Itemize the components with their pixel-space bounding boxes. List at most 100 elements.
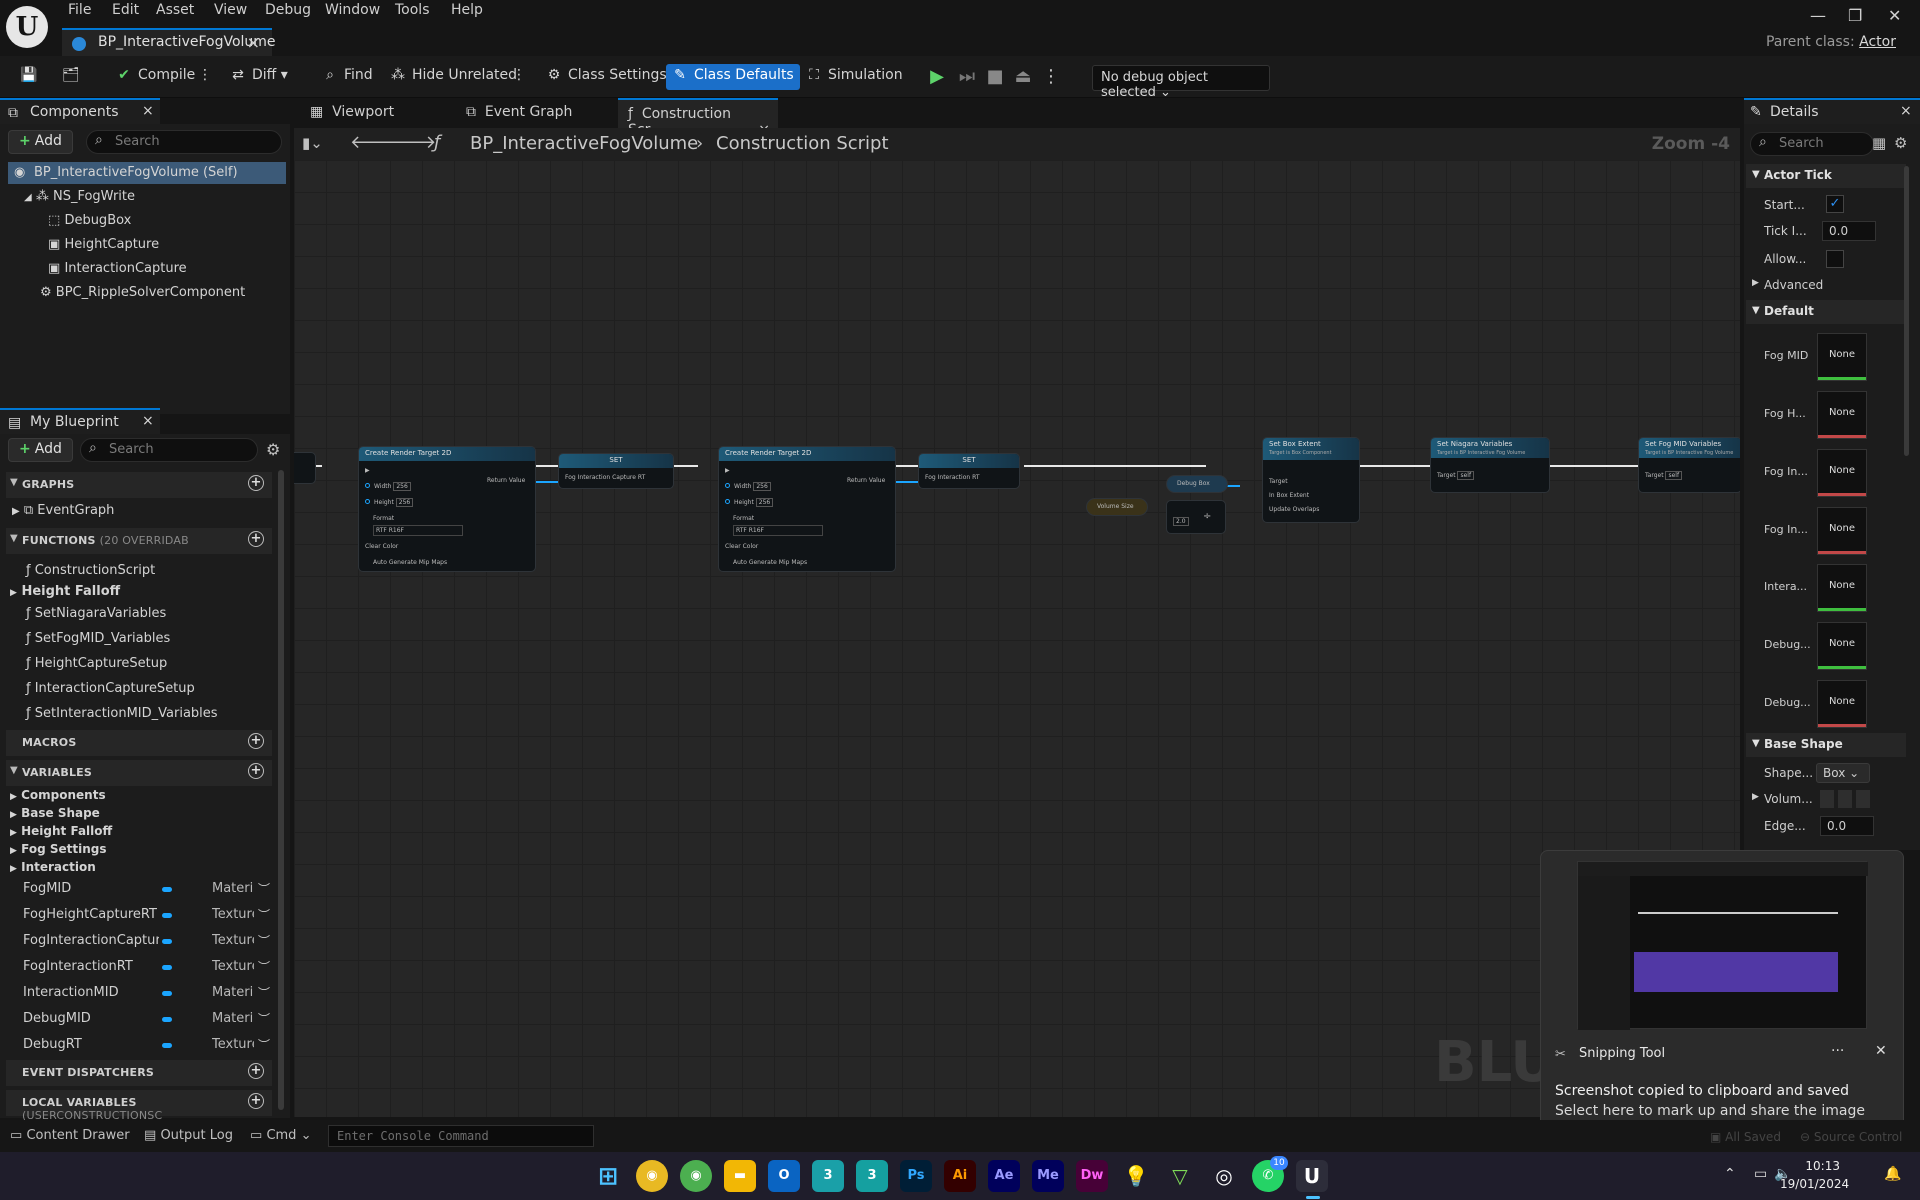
tree-item-debugbox[interactable]: ⬚ DebugBox bbox=[48, 210, 131, 232]
width-value[interactable]: 256 bbox=[753, 482, 771, 491]
target-pin[interactable]: Target bbox=[1269, 478, 1288, 485]
close-icon[interactable]: × bbox=[247, 33, 260, 52]
eye-closed-icon[interactable]: ︶ bbox=[258, 928, 270, 954]
my-blueprint-scrollbar[interactable] bbox=[278, 470, 284, 1110]
forward-arrow-icon[interactable]: 🡒 bbox=[388, 132, 436, 153]
set-fog-mid-variables-node[interactable]: Set Fog MID Variables Target is BP Intera… bbox=[1638, 437, 1740, 493]
windows-start-icon[interactable]: ⊞ bbox=[592, 1160, 624, 1192]
height-pin[interactable]: Height 256 bbox=[365, 498, 414, 507]
details-scrollbar[interactable] bbox=[1904, 166, 1909, 456]
edge-input[interactable]: 0.0 bbox=[1820, 816, 1874, 836]
menu-asset[interactable]: Asset bbox=[156, 2, 194, 18]
height-value[interactable]: 256 bbox=[755, 498, 774, 507]
breadcrumb-graph[interactable]: Construction Script bbox=[716, 133, 889, 154]
add-macro-icon[interactable]: + bbox=[248, 733, 264, 749]
allow-checkbox[interactable] bbox=[1826, 250, 1844, 268]
bookmark-icon[interactable]: ▮⌄ bbox=[302, 134, 323, 152]
add-member-button[interactable]: + Add bbox=[8, 438, 73, 462]
set-variable-node[interactable]: SET Fog Interaction RT bbox=[918, 453, 1020, 489]
content-drawer-button[interactable]: ▭ Content Drawer bbox=[10, 1128, 130, 1143]
local-variables-section[interactable]: LOCAL VARIABLES (USERCONSTRUCTIONSC + bbox=[6, 1090, 272, 1122]
gear-icon[interactable]: ⚙ bbox=[1894, 134, 1907, 152]
get-debugbox-node[interactable]: Debug Box bbox=[1166, 475, 1228, 493]
menu-view[interactable]: View bbox=[214, 2, 247, 18]
3ds-max-icon[interactable]: 3 bbox=[812, 1160, 844, 1192]
cmd-select[interactable]: ▭ Cmd ⌄ bbox=[250, 1128, 311, 1143]
asset-thumbnail[interactable]: None bbox=[1817, 622, 1867, 670]
tree-item-heightcapture[interactable]: ▣ HeightCapture bbox=[48, 234, 159, 256]
document-tab[interactable]: BP_InteractiveFogVolume × bbox=[62, 28, 276, 56]
set-pin[interactable]: Fog Interaction Capture RT bbox=[565, 474, 645, 481]
volume-x-input[interactable] bbox=[1820, 790, 1834, 808]
tab-construction-script[interactable]: ƒ Construction Scr... × bbox=[618, 98, 778, 138]
width-value[interactable]: 256 bbox=[393, 482, 411, 491]
update-overlaps-pin[interactable]: Update Overlaps bbox=[1269, 506, 1319, 513]
tree-item-ripple-solver[interactable]: ⚙ BPC_RippleSolverComponent bbox=[40, 282, 245, 304]
get-volume-size-node[interactable]: Volume Size bbox=[1086, 498, 1148, 516]
find-button[interactable]: ⌕ Find bbox=[316, 64, 379, 90]
asset-thumbnail[interactable]: None bbox=[1817, 333, 1867, 381]
tick-interval-input[interactable]: 0.0 bbox=[1822, 221, 1876, 241]
asset-thumbnail[interactable]: None bbox=[1817, 391, 1867, 439]
shape-select[interactable]: Box ⌄ bbox=[1816, 763, 1870, 783]
asset-thumbnail[interactable]: None bbox=[1817, 564, 1867, 612]
hide-unrelated-button[interactable]: ⁂ Hide Unrelated bbox=[384, 64, 523, 90]
details-tab[interactable]: ✎ Details × bbox=[1744, 98, 1920, 124]
set-niagara-variables-node[interactable]: Set Niagara Variables Target is BP Intera… bbox=[1430, 437, 1550, 493]
variable-row[interactable]: FogInteractionRT Texture Rer ︶ bbox=[6, 954, 272, 980]
media-encoder-icon[interactable]: Me bbox=[1032, 1160, 1064, 1192]
graph-item-eventgraph[interactable]: ▶ ⧉ EventGraph bbox=[12, 500, 114, 522]
menu-file[interactable]: File bbox=[68, 2, 91, 18]
set-pin[interactable]: Fog Interaction RT bbox=[925, 474, 979, 481]
console-command-input[interactable]: Enter Console Command bbox=[328, 1125, 594, 1147]
debug-object-select[interactable]: No debug object selected ⌄ bbox=[1092, 65, 1270, 100]
default-section[interactable]: ▼ Default bbox=[1746, 300, 1906, 324]
compile-button[interactable]: ✔ Compile bbox=[110, 64, 201, 90]
display-icon[interactable]: ▭ bbox=[1754, 1166, 1767, 1182]
restore-icon[interactable]: ❐ bbox=[1848, 6, 1862, 25]
add-local-variable-icon[interactable]: + bbox=[248, 1093, 264, 1109]
unreal-logo-icon[interactable]: U bbox=[6, 6, 48, 48]
eye-closed-icon[interactable]: ︶ bbox=[258, 954, 270, 980]
eye-closed-icon[interactable]: ︶ bbox=[258, 1032, 270, 1058]
function-item[interactable]: ƒ HeightCaptureSetup bbox=[26, 653, 167, 675]
advanced-row[interactable]: ▶ Advanced bbox=[1746, 272, 1906, 298]
variable-row[interactable]: FogInteractionCaptureI Texture Rer ︶ bbox=[6, 928, 272, 954]
obs-icon[interactable]: ◎ bbox=[1208, 1160, 1240, 1192]
close-icon[interactable]: ✕ bbox=[1875, 1043, 1887, 1059]
asset-thumbnail[interactable]: None bbox=[1817, 507, 1867, 555]
tree-item-interactioncapture[interactable]: ▣ InteractionCapture bbox=[48, 258, 187, 280]
notification-bell-icon[interactable]: 🔔 bbox=[1884, 1166, 1901, 1182]
play-options-icon[interactable]: ⋮ bbox=[1040, 64, 1062, 90]
unreal-engine-taskbar-icon[interactable]: U bbox=[1296, 1160, 1328, 1192]
macros-section[interactable]: MACROS + bbox=[6, 730, 272, 756]
menu-help[interactable]: Help bbox=[451, 2, 483, 18]
variable-row[interactable]: DebugMID Material Ins ︶ bbox=[6, 1006, 272, 1032]
compile-options-icon[interactable]: ⋮ bbox=[192, 64, 218, 90]
simulation-button[interactable]: ⛶ Simulation bbox=[800, 64, 909, 90]
more-options-icon[interactable]: ··· bbox=[1831, 1043, 1844, 1059]
mipmaps-pin[interactable]: Auto Generate Mip Maps bbox=[373, 559, 447, 566]
tab-viewport[interactable]: ▦ Viewport bbox=[300, 98, 404, 128]
exec-in-pin[interactable]: ▶ bbox=[725, 467, 730, 474]
function-item[interactable]: ƒ SetFogMID_Variables bbox=[26, 628, 170, 650]
functions-section[interactable]: ▼ FUNCTIONS (20 OVERRIDAB + bbox=[6, 528, 272, 554]
chrome-icon[interactable]: ◉ bbox=[680, 1160, 712, 1192]
menu-edit[interactable]: Edit bbox=[112, 2, 139, 18]
tree-item-ns-fogwrite[interactable]: ◢ ⁂ NS_FogWrite bbox=[24, 186, 135, 208]
tree-item-self[interactable]: ◉ BP_InteractiveFogVolume (Self) bbox=[8, 162, 286, 184]
dreamweaver-icon[interactable]: Dw bbox=[1076, 1160, 1108, 1192]
browse-icon[interactable]: 🗂 bbox=[56, 64, 86, 90]
class-defaults-button[interactable]: ✎ Class Defaults bbox=[666, 64, 800, 90]
menu-window[interactable]: Window bbox=[325, 2, 380, 18]
height-value[interactable]: 256 bbox=[395, 498, 414, 507]
source-control-status[interactable]: ⊖ Source Control bbox=[1800, 1130, 1902, 1144]
tab-event-graph[interactable]: ⧉ Event Graph bbox=[456, 98, 582, 128]
menu-debug[interactable]: Debug bbox=[265, 2, 311, 18]
eye-closed-icon[interactable]: ︶ bbox=[258, 1006, 270, 1032]
hide-unrelated-options-icon[interactable]: ⋮ bbox=[506, 64, 532, 90]
width-pin[interactable]: Width 256 bbox=[725, 482, 771, 491]
add-component-button[interactable]: + Add bbox=[8, 130, 73, 154]
volume-y-input[interactable] bbox=[1838, 790, 1852, 808]
eye-closed-icon[interactable]: ︶ bbox=[258, 980, 270, 1006]
